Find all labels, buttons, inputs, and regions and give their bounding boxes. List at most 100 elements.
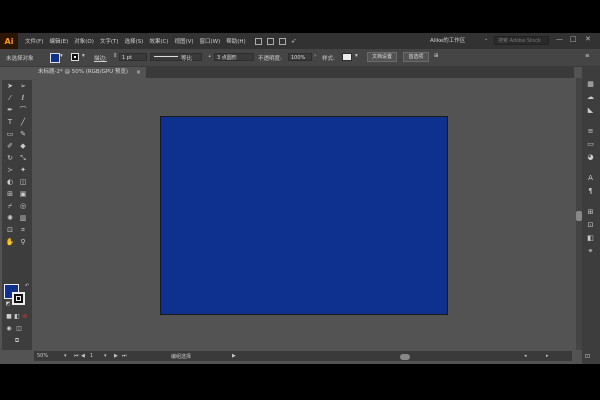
- swatches-icon[interactable]: ☁: [586, 93, 595, 102]
- symbol-sprayer-icon[interactable]: ✺: [5, 214, 15, 223]
- perspective-icon[interactable]: ◫: [18, 178, 28, 187]
- curvature-icon[interactable]: ⌒: [18, 106, 28, 115]
- slice-icon[interactable]: ⌗: [18, 226, 28, 235]
- preferences-button[interactable]: 首选项: [403, 52, 429, 62]
- direct-selection-icon[interactable]: ➢: [18, 82, 28, 91]
- puppet-warp-icon[interactable]: ✦: [18, 166, 28, 175]
- rocket-icon[interactable]: ➶: [291, 37, 297, 45]
- stroke-weight-field[interactable]: 1 pt: [119, 53, 147, 61]
- zoom-level[interactable]: 50%: [37, 353, 48, 359]
- rectangle-icon[interactable]: ▭: [5, 130, 15, 139]
- chevron-down-icon[interactable]: ▾: [60, 53, 63, 59]
- gradient-icon[interactable]: ▣: [18, 190, 28, 199]
- chevron-down-icon[interactable]: ▾: [355, 53, 358, 59]
- swap-fill-stroke-icon[interactable]: ↶: [22, 282, 32, 291]
- workspace-switcher[interactable]: Alike的工作区: [430, 36, 465, 44]
- brushes-icon[interactable]: ◣: [586, 106, 595, 115]
- type-icon[interactable]: T: [5, 118, 15, 127]
- stepper-icon[interactable]: ⇕: [113, 53, 118, 59]
- menu-effect[interactable]: 效果(C): [146, 37, 171, 45]
- stroke-swatch[interactable]: [71, 53, 79, 61]
- chevron-right-icon[interactable]: ›: [314, 53, 316, 59]
- shape-builder-icon[interactable]: ◐: [5, 178, 15, 187]
- canvas-area[interactable]: [34, 78, 572, 350]
- screen-mode-icon[interactable]: ◫: [14, 324, 24, 333]
- stroke-profile-select[interactable]: [150, 53, 202, 61]
- hand-icon[interactable]: ✋: [5, 238, 15, 247]
- artboard-blue-rectangle[interactable]: [160, 116, 448, 315]
- blend-icon[interactable]: ◎: [18, 202, 28, 211]
- artboard-icon[interactable]: ⊡: [5, 226, 15, 235]
- brush-select[interactable]: 3 点圆形: [214, 53, 254, 61]
- pathfinder-icon[interactable]: ◧: [586, 234, 595, 243]
- export-icon[interactable]: ⊡: [585, 353, 590, 360]
- column-graph-icon[interactable]: ▥: [18, 214, 28, 223]
- close-icon[interactable]: ✕: [585, 35, 591, 43]
- menu-window[interactable]: 窗口(W): [197, 37, 224, 45]
- layout-icon[interactable]: [278, 37, 286, 45]
- scroll-left-icon[interactable]: ◂: [524, 353, 527, 359]
- last-page-icon[interactable]: ⏭: [122, 353, 127, 359]
- lasso-icon[interactable]: ℓ: [18, 94, 28, 103]
- stroke-icon[interactable]: ≡: [586, 127, 595, 136]
- stroke-color-box[interactable]: [12, 292, 25, 305]
- eraser-icon[interactable]: ◆: [18, 142, 28, 151]
- rotate-icon[interactable]: ↻: [5, 154, 15, 163]
- style-swatch[interactable]: [342, 53, 352, 61]
- next-page-icon[interactable]: ▶: [114, 353, 118, 359]
- menu-select[interactable]: 选择(S): [122, 37, 147, 45]
- first-page-icon[interactable]: ⏮: [74, 353, 79, 359]
- pen-icon[interactable]: ✒: [5, 106, 15, 115]
- tab-document[interactable]: 未标题-2* @ 50% (RGB/GPU 预览) ×: [34, 67, 146, 78]
- bridge-icon[interactable]: [254, 37, 262, 45]
- edit-toolbar-icon[interactable]: ⧉: [12, 336, 22, 345]
- chevron-down-icon[interactable]: ⌄: [484, 36, 488, 42]
- document-setup-button[interactable]: 文档设置: [367, 52, 397, 62]
- stroke-label[interactable]: 描边:: [94, 54, 107, 62]
- menu-edit[interactable]: 编辑(E): [46, 37, 71, 45]
- magic-wand-icon[interactable]: ⁄: [5, 94, 15, 103]
- scroll-right-icon[interactable]: ▸: [546, 353, 549, 359]
- zoom-icon[interactable]: ⚲: [18, 238, 28, 247]
- maximize-icon[interactable]: □: [570, 35, 577, 43]
- chevron-down-icon[interactable]: ▾: [104, 353, 107, 359]
- prev-page-icon[interactable]: ◀: [81, 353, 85, 359]
- none-mode-icon[interactable]: ⊘: [20, 312, 30, 321]
- gradient-panel-icon[interactable]: ▭: [586, 140, 595, 149]
- transparency-icon[interactable]: ◕: [586, 153, 595, 162]
- panel-menu-icon[interactable]: ≡: [585, 53, 590, 59]
- scale-icon[interactable]: ⤡: [18, 154, 28, 163]
- color-panel-icon[interactable]: ▦: [586, 80, 595, 89]
- menu-view[interactable]: 视图(V): [171, 37, 196, 45]
- width-icon[interactable]: ≻: [5, 166, 15, 175]
- menu-help[interactable]: 帮助(H): [223, 37, 248, 45]
- minimize-icon[interactable]: —: [556, 35, 563, 43]
- arrange-documents-icon[interactable]: [266, 37, 274, 45]
- close-tab-icon[interactable]: ×: [136, 67, 141, 78]
- menu-file[interactable]: 文件(F): [22, 37, 46, 45]
- character-icon[interactable]: A: [586, 174, 595, 183]
- horizontal-scroll-thumb[interactable]: [400, 354, 410, 360]
- play-icon[interactable]: ▶: [232, 353, 236, 359]
- page-number[interactable]: 1: [90, 353, 93, 359]
- default-colors-icon[interactable]: ◩: [3, 300, 13, 309]
- mesh-icon[interactable]: ⊞: [5, 190, 15, 199]
- selection-icon[interactable]: ➤: [5, 82, 15, 91]
- fill-swatch[interactable]: [50, 53, 60, 63]
- arrange-icon[interactable]: ⊞: [434, 53, 439, 59]
- chevron-down-icon[interactable]: ▾: [64, 353, 67, 359]
- chevron-down-icon[interactable]: ▾: [82, 53, 85, 59]
- transform-icon[interactable]: ⊡: [586, 221, 595, 230]
- paragraph-icon[interactable]: ¶: [586, 187, 595, 196]
- menu-type[interactable]: 文字(T): [97, 37, 122, 45]
- links-icon[interactable]: ⚭: [586, 247, 595, 256]
- stock-search-input[interactable]: 搜索 Adobe Stock: [494, 36, 549, 45]
- eyedropper-icon[interactable]: ⌿: [5, 202, 15, 211]
- opacity-field[interactable]: 100%: [288, 53, 312, 61]
- align-icon[interactable]: ⊞: [586, 208, 595, 217]
- shaper-icon[interactable]: ✐: [5, 142, 15, 151]
- line-icon[interactable]: ╱: [18, 118, 28, 127]
- paintbrush-icon[interactable]: ✎: [18, 130, 28, 139]
- menu-object[interactable]: 对象(O): [71, 37, 97, 45]
- draw-mode-icon[interactable]: ◉: [4, 324, 14, 333]
